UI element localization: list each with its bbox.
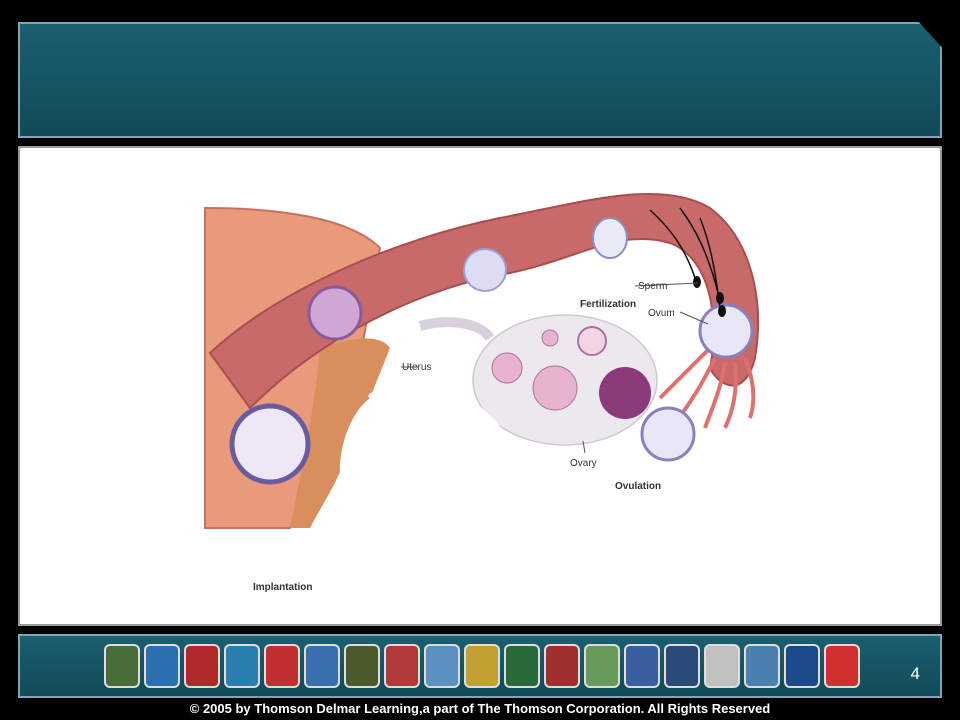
ems-badge-icon — [464, 644, 500, 688]
ems-badge-icon — [704, 644, 740, 688]
ems-badge-icon — [144, 644, 180, 688]
follicle — [541, 329, 559, 347]
reproduction-diagram: Sperm Fertilization Ovum Uterus Ovary Ov… — [204, 192, 759, 593]
ems-badge-icon — [664, 644, 700, 688]
label-sperm: Sperm — [638, 281, 667, 292]
ovulated-ovum — [640, 406, 696, 462]
ems-badge-icon — [304, 644, 340, 688]
label-ovum: Ovum — [648, 308, 675, 319]
ems-badge-icon — [224, 644, 260, 688]
ems-badge-icon — [544, 644, 580, 688]
ovarian-ligament — [418, 317, 495, 342]
ems-badge-icon — [584, 644, 620, 688]
blastocyst — [307, 285, 363, 341]
implanted-blastocyst — [229, 403, 311, 485]
label-uterus: Uterus — [402, 362, 431, 373]
follicle — [532, 365, 578, 411]
label-ovulation: Ovulation — [615, 481, 661, 492]
ems-badge-icon — [184, 644, 220, 688]
zygote-two-cell — [592, 217, 628, 259]
ems-badge-icon — [824, 644, 860, 688]
ems-badge-icon — [264, 644, 300, 688]
ems-badge-icon — [384, 644, 420, 688]
ems-badge-icon — [624, 644, 660, 688]
label-implantation: Implantation — [253, 582, 312, 593]
ems-badge-icon — [784, 644, 820, 688]
ems-badge-icon — [744, 644, 780, 688]
title-banner — [18, 22, 942, 138]
corpus-luteum — [599, 367, 651, 419]
footer-banner: 4 — [18, 634, 942, 698]
page-number: 4 — [910, 664, 920, 683]
ems-badge-icon — [104, 644, 140, 688]
morula — [463, 248, 507, 292]
copyright-notice: © 2005 by Thomson Delmar Learning,a part… — [189, 701, 771, 716]
label-ovary: Ovary — [570, 458, 597, 469]
diagram-panel: Sperm Fertilization Ovum Uterus Ovary Ov… — [18, 146, 942, 626]
label-fertilization: Fertilization — [580, 299, 636, 310]
fertilized-ovum — [698, 303, 754, 359]
ems-badge-strip — [104, 644, 860, 688]
ems-badge-icon — [424, 644, 460, 688]
ems-badge-icon — [504, 644, 540, 688]
ems-badge-icon — [344, 644, 380, 688]
follicle — [491, 352, 523, 384]
follicle — [577, 326, 607, 356]
